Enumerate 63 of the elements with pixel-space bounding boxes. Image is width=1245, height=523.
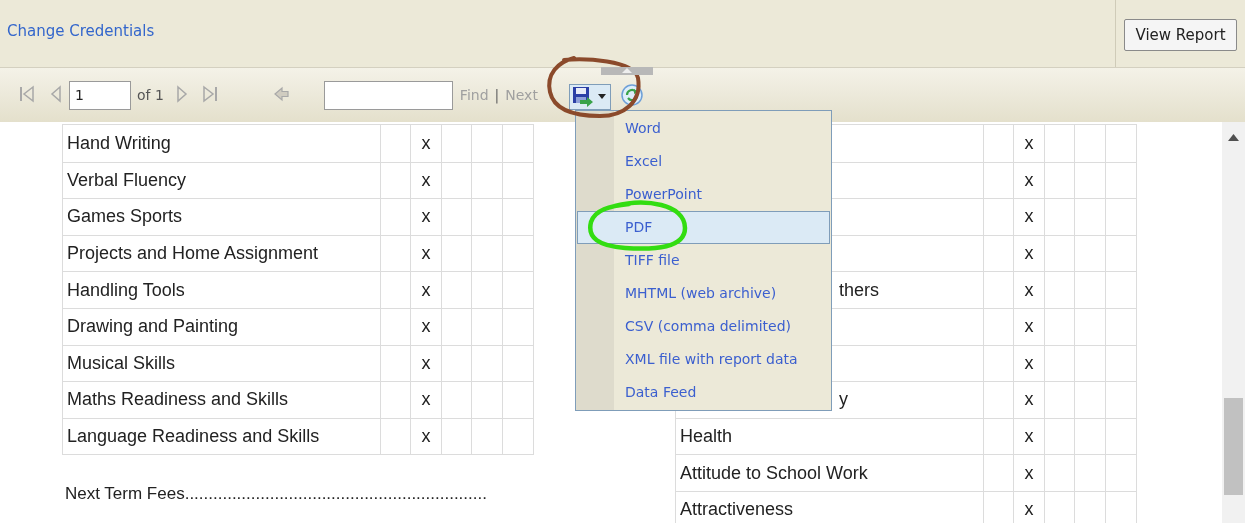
table-cell: x bbox=[1014, 125, 1045, 162]
table-cell: Handling Tools bbox=[63, 272, 381, 308]
table-cell: x bbox=[411, 272, 442, 308]
scroll-up-icon[interactable] bbox=[1228, 134, 1239, 141]
table-cell: x bbox=[1014, 491, 1045, 523]
table-cell: x bbox=[1014, 235, 1045, 272]
export-menu-item[interactable]: CSV (comma delimited) bbox=[577, 310, 830, 343]
export-menu-item[interactable]: PDF bbox=[577, 211, 830, 244]
table-cell: Maths Readiness and Skills bbox=[63, 382, 381, 418]
table-cell: x bbox=[1014, 345, 1045, 382]
table-cell: x bbox=[411, 199, 442, 235]
export-button[interactable] bbox=[568, 83, 611, 110]
export-menu-item[interactable]: XML file with report data bbox=[577, 343, 830, 376]
first-page-icon[interactable] bbox=[18, 85, 36, 103]
table-cell-text: y bbox=[839, 388, 848, 412]
page-number-field[interactable]: 1 bbox=[69, 80, 131, 110]
table-cell: x bbox=[1014, 308, 1045, 345]
table-cell: x bbox=[411, 345, 442, 382]
table-cell: Drawing and Painting bbox=[63, 308, 381, 345]
table-cell: Hand Writing bbox=[63, 125, 381, 162]
export-menu-item[interactable]: Data Feed bbox=[577, 376, 830, 409]
export-menu-item[interactable]: TIFF file bbox=[577, 244, 830, 277]
table-cell: Attitude to School Work bbox=[676, 455, 984, 491]
find-field[interactable] bbox=[323, 80, 453, 110]
table-cell-text: thers bbox=[839, 278, 880, 302]
next-term-fees-text: Next Term Fees................................................................ bbox=[65, 483, 488, 506]
table-cell: Games Sports bbox=[63, 199, 381, 235]
table-cell: x bbox=[1014, 272, 1045, 308]
table-cell: x bbox=[411, 162, 442, 199]
table-cell: x bbox=[411, 418, 442, 455]
refresh-icon[interactable] bbox=[619, 83, 644, 107]
change-credentials-link[interactable]: Change Credentials bbox=[7, 20, 155, 43]
export-menu-item[interactable]: Word bbox=[577, 112, 830, 145]
save-icon bbox=[571, 85, 594, 108]
caret-icon bbox=[597, 93, 606, 100]
export-menu-item[interactable]: PowerPoint bbox=[577, 178, 830, 211]
next-page-icon[interactable] bbox=[175, 85, 188, 103]
table-cell: Health bbox=[676, 418, 984, 455]
table-cell: Attractiveness bbox=[676, 491, 984, 523]
table-cell: x bbox=[1014, 418, 1045, 455]
table-cell: x bbox=[1014, 455, 1045, 491]
table-cell: x bbox=[411, 382, 442, 418]
last-page-icon[interactable] bbox=[200, 85, 219, 103]
table-cell: x bbox=[411, 125, 442, 162]
table-cell: x bbox=[1014, 382, 1045, 418]
export-menu-item[interactable]: Excel bbox=[577, 145, 830, 178]
splitter-handle[interactable] bbox=[601, 67, 653, 75]
scrollbar-thumb[interactable] bbox=[1224, 398, 1243, 495]
table-cell: Projects and Home Assignment bbox=[63, 235, 381, 272]
back-arrow-icon[interactable] bbox=[272, 85, 291, 103]
table-cell: x bbox=[411, 235, 442, 272]
scrollbar[interactable] bbox=[1222, 122, 1245, 523]
table-cell: x bbox=[1014, 199, 1045, 235]
export-menu-item[interactable]: MHTML (web archive) bbox=[577, 277, 830, 310]
separator-text: | bbox=[494, 85, 500, 106]
table-cell: x bbox=[1014, 162, 1045, 199]
view-report-button[interactable]: View Report bbox=[1124, 19, 1237, 51]
table-cell: Language Readiness and Skills bbox=[63, 418, 381, 455]
previous-page-icon[interactable] bbox=[50, 85, 62, 103]
table-cell: x bbox=[411, 308, 442, 345]
table-cell: Musical Skills bbox=[63, 345, 381, 382]
page-count: of 1 bbox=[137, 85, 164, 105]
table-cell: Verbal Fluency bbox=[63, 162, 381, 199]
